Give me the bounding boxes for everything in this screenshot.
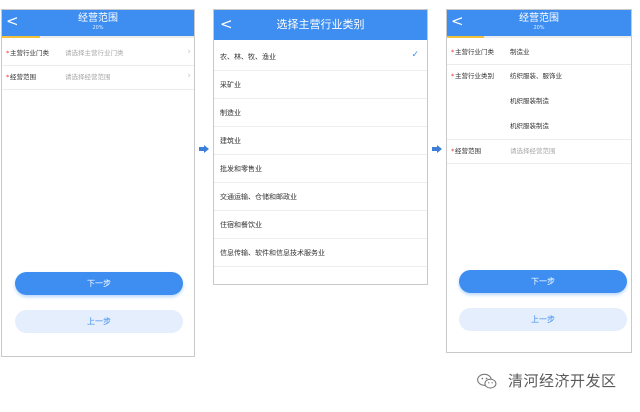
industry-class-subitem[interactable]: 机织服装制造 <box>447 115 631 140</box>
progress-text: 20% <box>533 25 545 31</box>
list-item-label: 住宿和餐饮业 <box>220 221 262 229</box>
chevron-right-icon: › <box>187 71 191 81</box>
required-marker: * <box>451 72 455 80</box>
business-scope-field[interactable]: * 经营范围 请选择经营范围 <box>447 140 631 164</box>
next-step-button[interactable]: 下一步 <box>459 270 627 293</box>
industry-category-field[interactable]: * 主营行业门类 请选择主营行业门类 › <box>2 42 194 66</box>
flow-arrow-icon <box>199 145 209 153</box>
list-item[interactable]: 制造业 <box>214 99 427 127</box>
list-item[interactable]: 批发和零售业 <box>214 155 427 183</box>
list-item[interactable]: 采矿业 <box>214 71 427 99</box>
progress-bar <box>2 36 194 38</box>
flow-arrow-icon <box>432 145 442 153</box>
page-title: 经营范围 <box>519 13 559 24</box>
field-value: 制造业 <box>510 48 530 56</box>
nav-bar: < 经营范围 20% <box>447 10 631 36</box>
field-label: 主营行业类别 <box>455 72 494 80</box>
wechat-icon <box>477 373 497 389</box>
page-title: 经营范围 <box>78 13 118 24</box>
screen-business-scope-filled: < 经营范围 20% * 主营行业门类 制造业 * 主营行业类别 纺织服装、服饰… <box>446 9 632 353</box>
field-placeholder: 请选择经营范围 <box>65 73 111 81</box>
field-label: 经营范围 <box>10 73 36 81</box>
progress-fill <box>447 36 484 38</box>
field-value: 机织服装制造 <box>510 97 549 105</box>
prev-step-button[interactable]: 上一步 <box>15 310 183 333</box>
required-marker: * <box>6 49 10 57</box>
next-step-button[interactable]: 下一步 <box>15 272 183 295</box>
list-item-label: 建筑业 <box>220 137 241 145</box>
list-item-label: 农、林、牧、渔业 <box>220 53 276 61</box>
progress-text: 20% <box>92 25 104 31</box>
screen-select-industry-category: < 选择主营行业类别 农、林、牧、渔业 ✓ 采矿业 制造业 建筑业 批发和零售业… <box>213 9 428 285</box>
nav-bar: < 经营范围 20% <box>2 10 194 36</box>
list-item-label: 批发和零售业 <box>220 165 262 173</box>
progress-fill <box>2 36 41 38</box>
field-value: 纺织服装、服饰业 <box>510 72 562 80</box>
required-marker: * <box>451 48 455 56</box>
list-item-label: 信息传输、软件和信息技术服务业 <box>220 249 325 257</box>
business-scope-field[interactable]: * 经营范围 请选择经营范围 › <box>2 66 194 90</box>
list-item[interactable]: 信息传输、软件和信息技术服务业 <box>214 239 427 267</box>
industry-class-subitem[interactable]: 机织服装制造 <box>447 90 631 115</box>
list-item-label: 制造业 <box>220 109 241 117</box>
industry-class-field[interactable]: * 主营行业类别 纺织服装、服饰业 <box>447 65 631 90</box>
screen-business-scope-empty: < 经营范围 20% * 主营行业门类 请选择主营行业门类 › * 经营范围 请… <box>1 9 195 357</box>
required-marker: * <box>6 73 10 81</box>
list-item-label: 采矿业 <box>220 81 241 89</box>
field-placeholder: 请选择经营范围 <box>510 147 556 155</box>
page-title: 选择主营行业类别 <box>276 18 365 31</box>
field-value: 机织服装制造 <box>510 122 549 130</box>
field-label: 经营范围 <box>455 147 481 155</box>
brand-name: 清河经济开发区 <box>508 372 617 390</box>
chevron-right-icon: › <box>187 47 191 57</box>
list-item[interactable]: 交通运输、仓储和邮政业 <box>214 183 427 211</box>
nav-bar: < 选择主营行业类别 <box>214 10 427 40</box>
list-item[interactable]: 农、林、牧、渔业 ✓ <box>214 43 427 71</box>
list-item[interactable]: 建筑业 <box>214 127 427 155</box>
field-label: 主营行业门类 <box>10 49 49 57</box>
checkmark-icon: ✓ <box>411 50 419 60</box>
prev-step-button[interactable]: 上一步 <box>459 308 627 331</box>
industry-category-field[interactable]: * 主营行业门类 制造业 <box>447 41 631 65</box>
progress-bar <box>447 36 631 38</box>
required-marker: * <box>451 147 455 155</box>
list-item[interactable]: 住宿和餐饮业 <box>214 211 427 239</box>
field-placeholder: 请选择主营行业门类 <box>65 49 124 57</box>
field-label: 主营行业门类 <box>455 48 494 56</box>
list-item-label: 交通运输、仓储和邮政业 <box>220 193 297 201</box>
